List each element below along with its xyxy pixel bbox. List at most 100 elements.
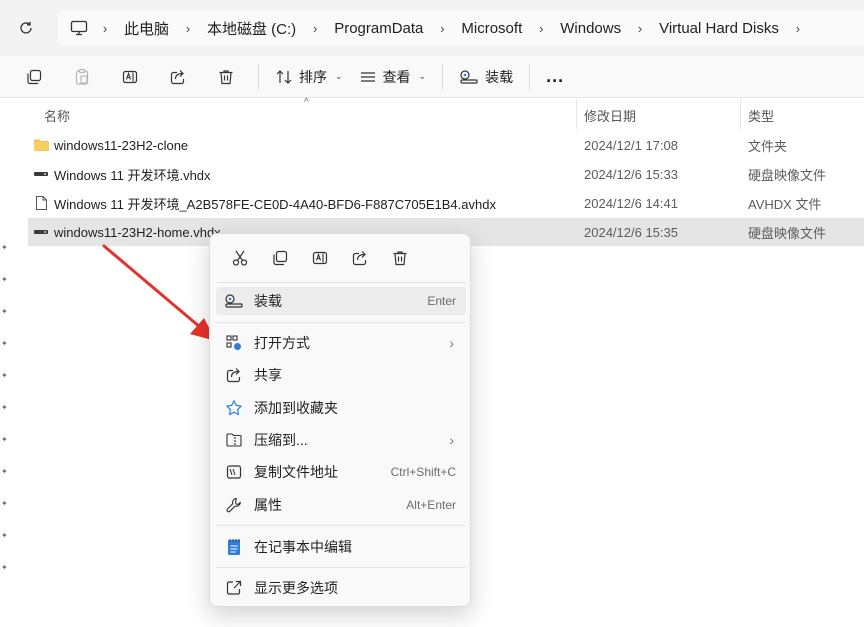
menu-item-shortcut: Enter	[427, 294, 456, 308]
menu-item-copy-path[interactable]: 复制文件地址 Ctrl+Shift+C	[216, 458, 466, 486]
menu-item-show-more[interactable]: 显示更多选项	[216, 574, 466, 602]
breadcrumb-item[interactable]: Virtual Hard Disks	[655, 20, 783, 37]
copy-icon	[27, 69, 42, 84]
copy-path-icon	[224, 462, 244, 482]
column-type[interactable]: 类型	[748, 106, 774, 125]
menu-item-label: 在记事本中编辑	[254, 539, 352, 555]
file-date: 2024/12/6 15:33	[584, 166, 678, 182]
chevron-down-icon: ⌄	[335, 71, 343, 81]
menu-item-label: 显示更多选项	[254, 580, 338, 596]
chevron-right-icon[interactable]: ›	[300, 10, 330, 46]
view-button[interactable]: 查看 ⌄	[351, 61, 435, 93]
context-menu: 装载 Enter 打开方式 › 共享 添加到收藏夹 压缩到... › 复制文件地…	[209, 233, 471, 607]
chevron-right-icon[interactable]: ›	[526, 10, 556, 46]
menu-separator	[216, 525, 466, 526]
view-label: 查看	[382, 68, 411, 85]
pin-icon[interactable]: ✦	[1, 499, 8, 508]
computer-icon[interactable]	[68, 17, 90, 39]
menu-item-share[interactable]: 共享	[216, 361, 466, 389]
more-options-icon	[224, 578, 244, 598]
rename-icon	[312, 251, 328, 265]
breadcrumb-item[interactable]: 此电脑	[120, 18, 173, 39]
toolbar-divider	[258, 63, 259, 90]
menu-item-label: 复制文件地址	[254, 464, 338, 480]
rename-icon	[122, 70, 138, 83]
column-divider[interactable]	[740, 99, 741, 129]
address-bar: › 此电脑 › 本地磁盘 (C:) › ProgramData › Micros…	[0, 0, 864, 56]
refresh-icon	[20, 21, 32, 34]
sort-button[interactable]: 排序 ⌄	[267, 61, 351, 93]
menu-item-label: 装载	[254, 293, 282, 309]
share-button[interactable]	[154, 61, 202, 93]
menu-item-open-with[interactable]: 打开方式 ›	[216, 329, 466, 357]
mount-button[interactable]: 装载	[451, 61, 521, 93]
pin-icon[interactable]: ✦	[1, 403, 8, 412]
pin-icon[interactable]: ✦	[1, 563, 8, 572]
menu-item-add-favorites[interactable]: 添加到收藏夹	[216, 394, 466, 422]
menu-item-properties[interactable]: 属性 Alt+Enter	[216, 491, 466, 519]
pin-icon[interactable]: ✦	[1, 307, 8, 316]
chevron-right-icon[interactable]: ›	[427, 10, 457, 46]
column-name[interactable]: 名称	[44, 106, 70, 125]
refresh-button[interactable]	[14, 16, 38, 40]
wrench-icon	[224, 495, 244, 515]
breadcrumb-item[interactable]: 本地磁盘 (C:)	[203, 18, 300, 39]
column-date[interactable]: 修改日期	[584, 106, 636, 125]
breadcrumb-item[interactable]: ProgramData	[330, 20, 427, 37]
chevron-right-icon[interactable]: ›	[173, 10, 203, 46]
chevron-right-icon[interactable]: ›	[90, 10, 120, 46]
disk-image-icon	[32, 165, 50, 183]
paste-button[interactable]	[58, 61, 106, 93]
file-name: Windows 11 开发环境.vhdx	[54, 167, 211, 183]
view-icon	[360, 71, 375, 82]
file-type: 硬盘映像文件	[748, 167, 827, 183]
file-row[interactable]: Windows 11 开发环境.vhdx 2024/12/6 15:33 硬盘映…	[28, 160, 864, 188]
paste-icon	[75, 68, 89, 85]
file-date: 2024/12/1 17:08	[584, 137, 678, 153]
star-icon	[224, 398, 244, 418]
menu-item-mount[interactable]: 装载 Enter	[216, 287, 466, 315]
menu-item-shortcut: Ctrl+Shift+C	[390, 465, 456, 479]
share-button[interactable]	[340, 240, 380, 276]
rename-button[interactable]	[106, 61, 154, 93]
context-quick-actions	[210, 234, 470, 282]
chevron-right-icon: ›	[449, 432, 454, 448]
chevron-down-icon: ⌄	[418, 71, 427, 81]
share-icon	[170, 69, 185, 84]
mount-icon	[224, 291, 244, 311]
more-button[interactable]: ...	[538, 61, 578, 93]
mount-icon	[460, 69, 478, 84]
file-type: 硬盘映像文件	[748, 225, 827, 241]
menu-item-compress[interactable]: 压缩到... ›	[216, 426, 466, 454]
pin-icon[interactable]: ✦	[1, 531, 8, 540]
delete-button[interactable]	[202, 61, 250, 93]
pin-icon[interactable]: ✦	[1, 339, 8, 348]
sort-icon	[276, 69, 292, 84]
file-row[interactable]: windows11-23H2-clone 2024/12/1 17:08 文件夹	[28, 131, 864, 159]
pin-icon[interactable]: ✦	[1, 435, 8, 444]
delete-button[interactable]	[380, 240, 420, 276]
chevron-right-icon[interactable]: ›	[783, 10, 813, 46]
file-type: 文件夹	[748, 138, 788, 154]
pin-icon[interactable]: ✦	[1, 275, 8, 284]
rename-button[interactable]	[300, 240, 340, 276]
column-divider[interactable]	[576, 99, 577, 129]
copy-button[interactable]	[260, 240, 300, 276]
file-row[interactable]: Windows 11 开发环境_A2B578FE-CE0D-4A40-BFD6-…	[28, 189, 864, 217]
chevron-right-icon[interactable]: ›	[625, 10, 655, 46]
pin-icon[interactable]: ✦	[1, 371, 8, 380]
breadcrumb-item[interactable]: Windows	[556, 20, 625, 37]
menu-item-label: 压缩到...	[254, 432, 308, 448]
pin-icon[interactable]: ✦	[1, 467, 8, 476]
pin-icon[interactable]: ✦	[1, 243, 8, 252]
column-header: ^ 名称 修改日期 类型	[0, 97, 864, 129]
folder-icon	[32, 136, 50, 154]
breadcrumb[interactable]: › 此电脑 › 本地磁盘 (C:) › ProgramData › Micros…	[58, 10, 864, 46]
menu-item-edit-notepad[interactable]: 在记事本中编辑	[216, 533, 466, 561]
chevron-right-icon: ›	[449, 335, 454, 351]
file-icon	[32, 194, 50, 212]
breadcrumb-item[interactable]: Microsoft	[457, 20, 526, 37]
menu-separator	[216, 567, 466, 568]
copy-button[interactable]	[10, 61, 58, 93]
cut-button[interactable]	[220, 240, 260, 276]
